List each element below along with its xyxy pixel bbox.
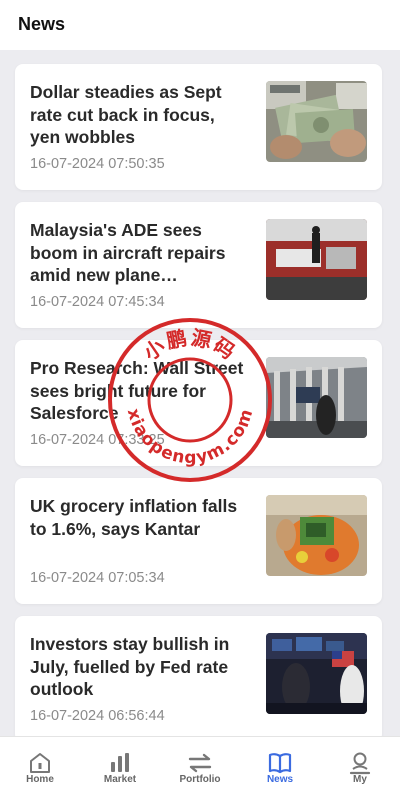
news-title: Pro Research: Wall Street sees bright fu… [30,358,244,423]
bar-chart-icon [111,753,129,772]
trading-floor-image [266,633,367,714]
news-timestamp: 16-07-2024 07:45:34 [30,294,165,310]
news-timestamp: 16-07-2024 06:56:44 [30,708,165,724]
dollar-bills-image [266,81,367,162]
tab-label: Home [26,774,54,785]
news-feed[interactable]: Dollar steadies as Sept rate cut back in… [0,50,400,736]
news-timestamp: 16-07-2024 07:50:35 [30,156,165,172]
news-title: Malaysia's ADE sees boom in aircraft rep… [30,220,226,285]
aircraft-repair-image [266,219,367,300]
tab-portfolio[interactable]: Portfolio [160,737,240,797]
grocery-bag-image [266,495,367,576]
news-timestamp: 16-07-2024 07:05:34 [30,570,165,586]
wall-street-image [266,357,367,438]
tab-market[interactable]: Market [80,737,160,797]
news-card[interactable]: Investors stay bullish in July, fuelled … [15,616,382,736]
tab-my[interactable]: My [320,737,400,797]
swap-arrows-icon [188,753,212,773]
person-icon [349,752,371,775]
tab-label: Portfolio [179,774,221,785]
news-title: UK grocery inflation falls to 1.6%, says… [30,496,238,539]
news-timestamp: 16-07-2024 07:33:25 [30,432,165,448]
tab-label: My [353,774,367,785]
book-icon [268,753,292,774]
page-title: News [18,14,66,34]
tab-home[interactable]: Home [0,737,80,797]
news-title: Investors stay bullish in July, fuelled … [30,634,230,699]
home-icon [30,753,50,773]
news-card[interactable]: UK grocery inflation falls to 1.6%, says… [15,478,382,604]
tab-label: Market [103,774,137,785]
news-title: Dollar steadies as Sept rate cut back in… [30,82,222,147]
tab-news[interactable]: News [240,737,320,797]
app-header: News [0,0,400,50]
news-card[interactable]: Dollar steadies as Sept rate cut back in… [15,64,382,190]
news-card[interactable]: Malaysia's ADE sees boom in aircraft rep… [15,202,382,328]
tab-label: News [266,774,294,785]
news-card[interactable]: Pro Research: Wall Street sees bright fu… [15,340,382,466]
bottom-tab-bar: Home Market Portfolio News My [0,736,400,797]
